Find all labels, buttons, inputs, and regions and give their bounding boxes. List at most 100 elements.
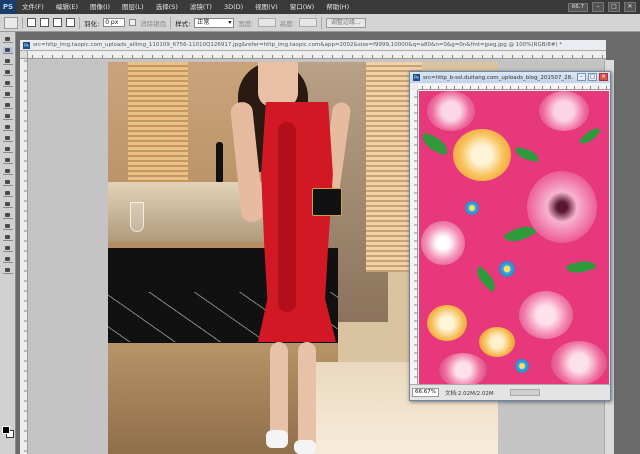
floral-pattern-canvas[interactable] bbox=[419, 91, 609, 384]
menu-filter[interactable]: 滤镜(T) bbox=[184, 0, 218, 14]
floating-document-titlebar[interactable]: Ps src=http_b-ssl.duitang.com_uploads_bl… bbox=[410, 72, 610, 83]
maximize-icon[interactable]: □ bbox=[588, 73, 597, 81]
tools-panel bbox=[0, 32, 16, 454]
subtract-selection-mode-icon[interactable] bbox=[53, 18, 62, 27]
healing-icon[interactable] bbox=[3, 102, 13, 109]
pink-peony bbox=[519, 291, 573, 339]
menu-select[interactable]: 选择(S) bbox=[150, 0, 184, 14]
horizontal-ruler[interactable] bbox=[28, 51, 606, 59]
lasso-icon[interactable] bbox=[3, 58, 13, 65]
crop-icon[interactable] bbox=[3, 80, 13, 87]
menu-edit[interactable]: 编辑(E) bbox=[50, 0, 84, 14]
close-icon[interactable]: ✕ bbox=[624, 2, 636, 12]
brush-icon[interactable] bbox=[3, 113, 13, 120]
orange-peony bbox=[427, 305, 467, 341]
document-size-info[interactable]: 文档:2.02M/2.02M bbox=[445, 389, 494, 397]
black-clutch bbox=[312, 188, 342, 216]
green-leaf bbox=[419, 132, 451, 156]
path-select-icon[interactable] bbox=[3, 212, 13, 219]
large-pink-peony bbox=[527, 171, 597, 243]
menu-3d[interactable]: 3D(D) bbox=[218, 0, 249, 14]
quick-select-icon[interactable] bbox=[3, 69, 13, 76]
pink-peony bbox=[427, 91, 475, 131]
type-icon[interactable] bbox=[3, 201, 13, 208]
pen-icon[interactable] bbox=[3, 190, 13, 197]
dress-shading bbox=[278, 122, 296, 312]
feather-input[interactable]: 0 px bbox=[103, 18, 126, 27]
divider bbox=[170, 16, 172, 29]
green-leaf bbox=[565, 256, 597, 278]
menu-view[interactable]: 视图(V) bbox=[249, 0, 284, 14]
menu-file[interactable]: 文件(F) bbox=[16, 0, 50, 14]
minimize-icon[interactable]: – bbox=[577, 73, 586, 81]
refine-edge-button[interactable]: 调整边缘... bbox=[325, 17, 366, 28]
ruler-corner[interactable] bbox=[20, 51, 28, 59]
menu-image[interactable]: 图像(I) bbox=[84, 0, 116, 14]
eraser-icon[interactable] bbox=[3, 146, 13, 153]
3d-rotate-icon[interactable] bbox=[3, 234, 13, 241]
small-blue-flower bbox=[515, 359, 529, 373]
style-select[interactable]: 正常 bbox=[194, 17, 235, 28]
marquee-icon[interactable] bbox=[3, 47, 13, 54]
divider bbox=[79, 16, 80, 29]
scene-blinds bbox=[128, 62, 188, 182]
antialias-checkbox[interactable] bbox=[129, 19, 137, 26]
floating-horizontal-scrollbar[interactable] bbox=[509, 389, 540, 396]
white-shoe-right bbox=[294, 440, 316, 454]
width-label: 宽度: bbox=[238, 19, 254, 28]
tool-preset-picker[interactable] bbox=[4, 16, 18, 29]
red-dress bbox=[258, 102, 336, 342]
close-icon[interactable]: ✕ bbox=[599, 73, 608, 81]
floating-window-buttons: – □ ✕ bbox=[577, 73, 608, 81]
dodge-icon[interactable] bbox=[3, 179, 13, 186]
antialias-label: 消除锯齿 bbox=[140, 19, 167, 28]
divider bbox=[320, 16, 322, 29]
move-icon[interactable] bbox=[3, 36, 13, 43]
white-shoe-left bbox=[266, 430, 288, 448]
hand-icon[interactable] bbox=[3, 256, 13, 263]
menu-items: 文件(F) 编辑(E) 图像(I) 图层(L) 选择(S) 滤镜(T) 3D(D… bbox=[16, 0, 355, 14]
document-icon: Ps bbox=[413, 74, 420, 81]
document-icon: Ps bbox=[23, 41, 30, 49]
pink-peony bbox=[551, 341, 607, 384]
3d-camera-icon[interactable] bbox=[3, 245, 13, 252]
add-selection-mode-icon[interactable] bbox=[40, 18, 49, 27]
model-leg-left bbox=[270, 342, 288, 442]
menu-window[interactable]: 窗口(W) bbox=[284, 0, 321, 14]
height-input[interactable] bbox=[298, 18, 317, 27]
orange-peony bbox=[453, 129, 511, 181]
clone-stamp-icon[interactable] bbox=[3, 124, 13, 131]
small-blue-flower bbox=[499, 261, 515, 277]
wine-glass bbox=[130, 202, 144, 232]
intersect-selection-mode-icon[interactable] bbox=[66, 18, 75, 27]
model-leg-right bbox=[298, 342, 316, 452]
minimize-icon[interactable]: – bbox=[592, 2, 604, 12]
zoom-level-box[interactable]: 66.7 bbox=[567, 2, 588, 12]
vertical-ruler[interactable] bbox=[20, 59, 28, 454]
floating-document-window[interactable]: Ps src=http_b-ssl.duitang.com_uploads_bl… bbox=[409, 71, 611, 401]
zoom-icon[interactable] bbox=[3, 267, 13, 274]
small-blue-flower bbox=[465, 201, 479, 215]
menu-layer[interactable]: 图层(L) bbox=[116, 0, 150, 14]
main-document-title: src=http_img.taopic.com_uploads_allimg_1… bbox=[33, 42, 563, 48]
green-leaf bbox=[472, 266, 500, 292]
shape-icon[interactable] bbox=[3, 223, 13, 230]
floating-vertical-ruler[interactable] bbox=[410, 90, 418, 385]
zoom-percentage-field[interactable]: 66.67% bbox=[412, 388, 439, 397]
foreground-color-swatch[interactable] bbox=[2, 426, 10, 434]
height-label: 高度: bbox=[279, 19, 295, 28]
width-input[interactable] bbox=[257, 18, 276, 27]
gradient-icon[interactable] bbox=[3, 157, 13, 164]
pink-peony bbox=[539, 91, 589, 131]
eyedropper-icon[interactable] bbox=[3, 91, 13, 98]
blur-icon[interactable] bbox=[3, 168, 13, 175]
main-document-tab[interactable]: Ps src=http_img.taopic.com_uploads_allim… bbox=[20, 40, 606, 51]
model-neck bbox=[258, 62, 298, 107]
floating-horizontal-ruler[interactable] bbox=[418, 83, 610, 90]
menu-help[interactable]: 帮助(H) bbox=[320, 0, 355, 14]
history-brush-icon[interactable] bbox=[3, 135, 13, 142]
style-label: 样式: bbox=[175, 19, 191, 28]
new-selection-mode-icon[interactable] bbox=[27, 18, 36, 27]
feather-label: 羽化: bbox=[84, 19, 100, 28]
maximize-icon[interactable]: □ bbox=[608, 2, 620, 12]
